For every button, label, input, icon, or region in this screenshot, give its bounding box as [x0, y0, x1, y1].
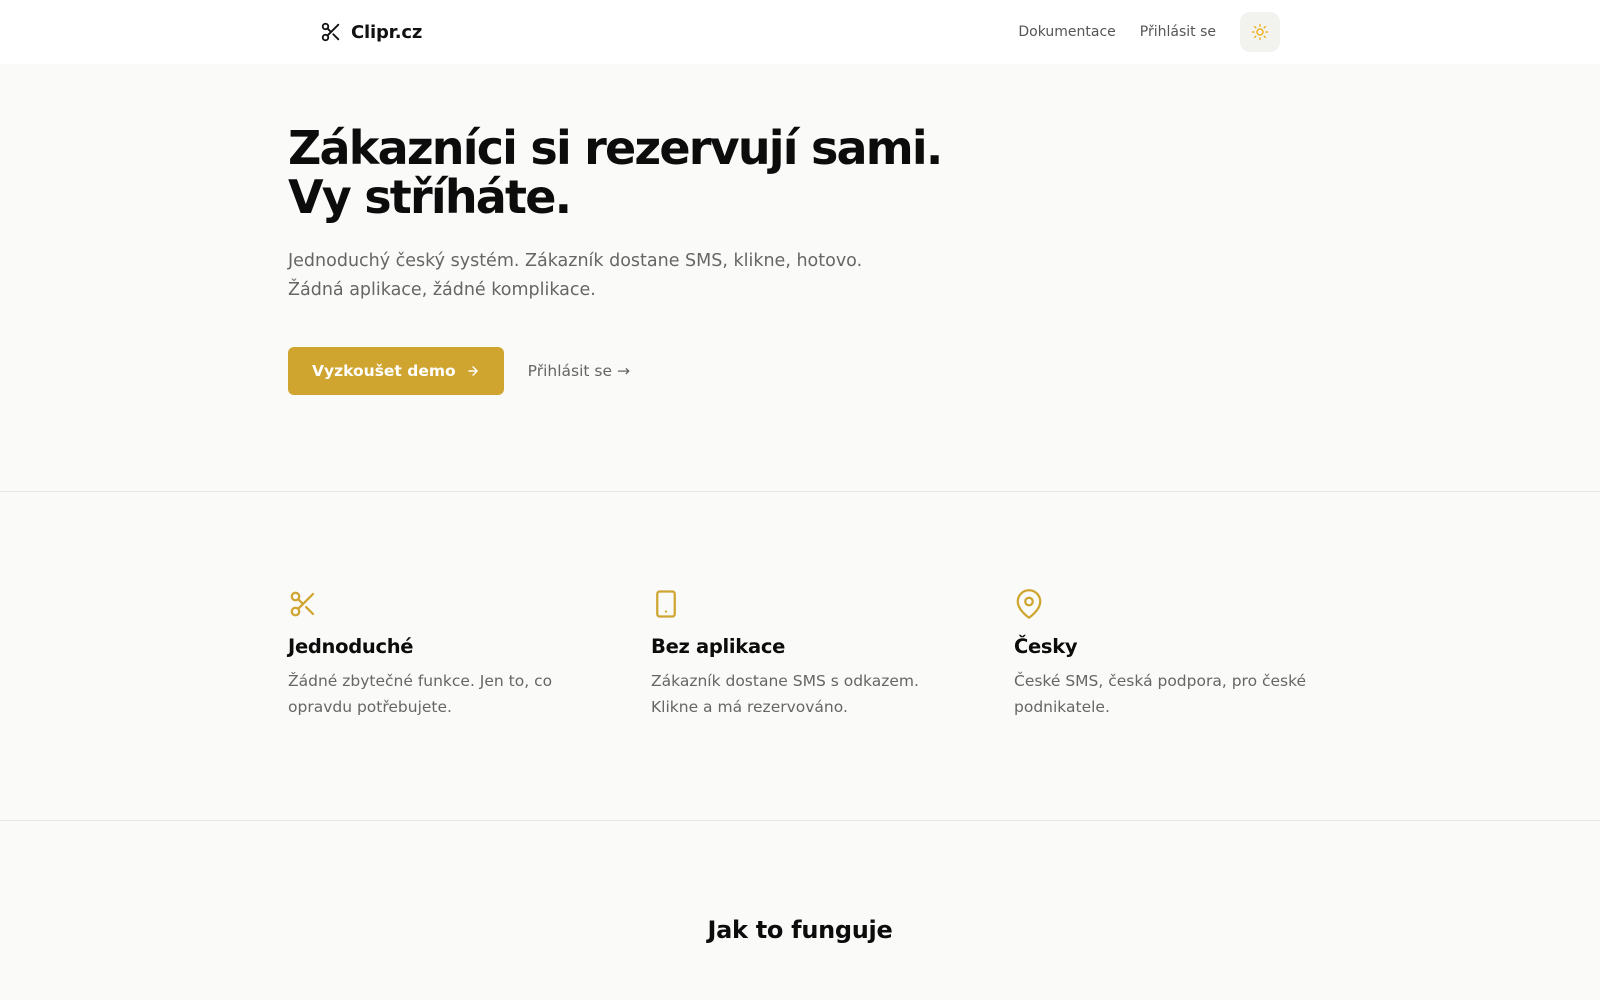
- hero-section: Zákazníci si rezervují sami. Vy stříháte…: [288, 124, 988, 305]
- sun-icon: [1251, 23, 1269, 41]
- nav-link-login[interactable]: Přihlásit se: [1140, 24, 1216, 40]
- map-pin-icon: [1016, 589, 1042, 619]
- section-divider: [0, 491, 1600, 492]
- hero-actions: Vyzkoušet demo Přihlásit se →: [288, 347, 630, 395]
- feature-card: Jednoduché Žádné zbytečné funkce. Jen to…: [288, 588, 608, 720]
- logo-text: Clipr.cz: [351, 21, 423, 43]
- feature-card: Česky České SMS, česká podpora, pro česk…: [1014, 588, 1334, 720]
- scissors-icon: [321, 22, 340, 42]
- how-it-works-title: Jak to funguje: [707, 916, 893, 944]
- feature-description: České SMS, česká podpora, pro české podn…: [1014, 668, 1334, 720]
- logo[interactable]: Clipr.cz: [320, 19, 422, 45]
- hero-title-line: Zákazníci si rezervují sami.: [288, 121, 943, 175]
- theme-toggle-button[interactable]: [1240, 12, 1280, 52]
- feature-title: Bez aplikace: [651, 635, 786, 658]
- hero-title-line: Vy stříháte.: [288, 170, 572, 224]
- smartphone-icon: [656, 590, 676, 618]
- arrow-right-icon: [467, 366, 478, 376]
- hero-subtitle-line: Žádná aplikace, žádné komplikace.: [288, 280, 596, 300]
- feature-title: Česky: [1014, 635, 1078, 658]
- top-navbar: Clipr.cz Dokumentace Přihlásit se: [0, 0, 1600, 64]
- try-demo-button[interactable]: Vyzkoušet demo: [288, 347, 504, 395]
- hero-login-link[interactable]: Přihlásit se →: [528, 362, 630, 380]
- feature-description-line: opravdu potřebujete.: [288, 698, 452, 716]
- hero-title: Zákazníci si rezervují sami. Vy stříháte…: [288, 124, 988, 222]
- feature-description-line: Klikne a má rezervováno.: [651, 698, 848, 716]
- feature-description-line: České SMS, česká podpora, pro české: [1014, 672, 1307, 690]
- feature-description: Žádné zbytečné funkce. Jen to, co opravd…: [288, 668, 608, 720]
- feature-description-line: Žádné zbytečné funkce. Jen to, co: [288, 672, 553, 690]
- hero-subtitle-line: Jednoduchý český systém. Zákazník dostan…: [288, 251, 863, 271]
- hero-subtitle: Jednoduchý český systém. Zákazník dostan…: [288, 247, 988, 305]
- section-divider: [0, 820, 1600, 821]
- feature-description-line: podnikatele.: [1014, 698, 1110, 716]
- feature-title: Jednoduché: [288, 635, 414, 658]
- feature-description-line: Zákazník dostane SMS s odkazem.: [651, 672, 919, 690]
- nav-link-documentation[interactable]: Dokumentace: [1018, 24, 1115, 40]
- feature-card: Bez aplikace Zákazník dostane SMS s odka…: [651, 588, 971, 720]
- try-demo-label: Vyzkoušet demo: [312, 362, 456, 380]
- nav-links: Dokumentace Přihlásit se: [1018, 12, 1280, 52]
- scissors-icon: [290, 591, 315, 617]
- feature-description: Zákazník dostane SMS s odkazem. Klikne a…: [651, 668, 971, 720]
